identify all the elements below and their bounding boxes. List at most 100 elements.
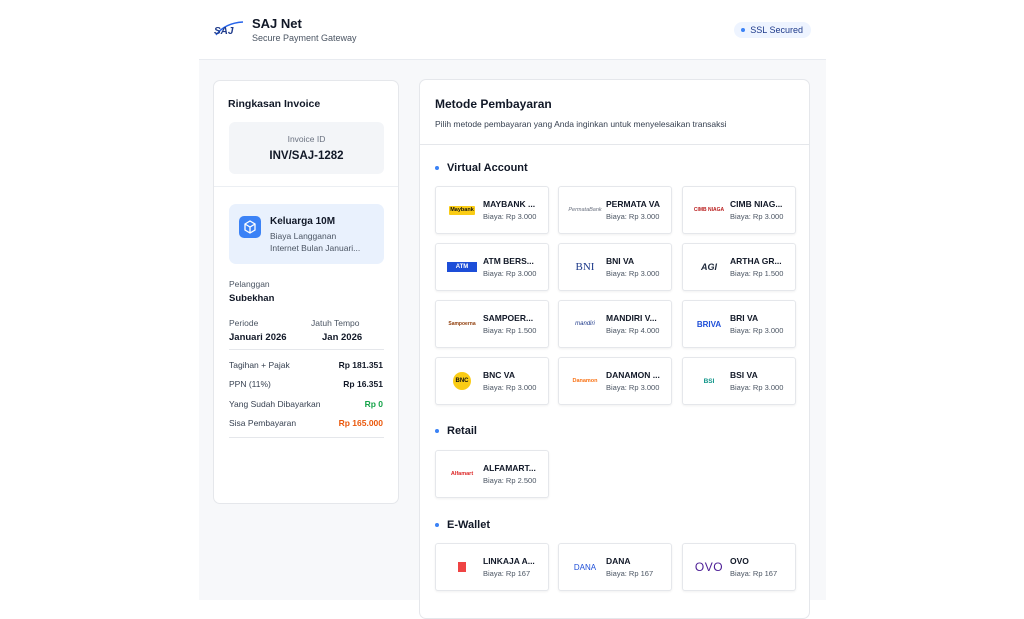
period-label: Periode (229, 318, 259, 328)
app-subtitle: Secure Payment Gateway (252, 33, 357, 43)
payment-method-bni-va[interactable]: BNI BNI VA Biaya: Rp 3.000 (558, 243, 672, 291)
payment-method-fee: Biaya: Rp 3.000 (606, 269, 660, 278)
invoice-summary-card: Ringkasan Invoice Invoice ID INV/SAJ-128… (213, 80, 399, 504)
customer-value: Subekhan (229, 293, 275, 304)
payment-method-fee: Biaya: Rp 2.500 (483, 476, 537, 485)
bank-logo-icon: BSI (703, 377, 715, 385)
payment-method-name: PERMATA VA (606, 199, 660, 209)
product-card: Keluarga 10M Biaya Langganan Internet Bu… (229, 204, 384, 264)
payment-method-artha-gr[interactable]: AGI ARTHA GR... Biaya: Rp 1.500 (682, 243, 796, 291)
payment-method-bri-va[interactable]: BRIVA BRI VA Biaya: Rp 3.000 (682, 300, 796, 348)
payment-method-fee: Biaya: Rp 3.000 (483, 212, 537, 221)
period-value: Januari 2026 (229, 332, 287, 343)
payment-method-ovo[interactable]: OVO OVO Biaya: Rp 167 (682, 543, 796, 591)
payment-method-fee: Biaya: Rp 167 (730, 569, 778, 578)
payment-method-fee: Biaya: Rp 3.000 (483, 269, 537, 278)
payment-method-dana[interactable]: DANA DANA Biaya: Rp 167 (558, 543, 672, 591)
payment-method-name: ATM BERS... (483, 256, 534, 266)
payment-method-name: SAMPOER... (483, 313, 534, 323)
section-retail: Retail (435, 425, 477, 437)
bank-logo-icon: Sampoerna (448, 321, 476, 327)
bank-logo-icon: CIMB NIAGA (693, 207, 725, 213)
payment-method-sampoer[interactable]: Sampoerna SAMPOER... Biaya: Rp 1.500 (435, 300, 549, 348)
payment-method-bnc-va[interactable]: BNC BNC VA Biaya: Rp 3.000 (435, 357, 549, 405)
bank-logo-icon: BNI (575, 261, 595, 273)
payment-method-name: MAYBANK ... (483, 199, 536, 209)
section-e-wallet: E-Wallet (435, 519, 490, 531)
payment-method-danamon[interactable]: Danamon DANAMON ... Biaya: Rp 3.000 (558, 357, 672, 405)
payment-method-fee: Biaya: Rp 3.000 (730, 383, 784, 392)
payment-method-fee: Biaya: Rp 1.500 (483, 326, 537, 335)
payment-methods-card: Metode Pembayaran Pilih metode pembayara… (419, 79, 810, 619)
payment-method-fee: Biaya: Rp 3.000 (606, 383, 660, 392)
bank-logo-icon: LinkAja (446, 558, 478, 576)
product-description-line-2: Internet Bulan Januari... (270, 243, 361, 253)
payment-methods-subtitle: Pilih metode pembayaran yang Anda ingink… (435, 119, 727, 129)
payment-method-name: ARTHA GR... (730, 256, 782, 266)
product-description-line-1: Biaya Langganan (270, 231, 337, 241)
bank-logo-icon: AGI (700, 262, 717, 272)
total-tax-label: Tagihan + Pajak (229, 360, 290, 370)
payment-method-name: BNI VA (606, 256, 635, 266)
bank-logo-icon: DANA (573, 562, 597, 572)
product-name: Keluarga 10M (270, 216, 336, 227)
bank-logo-icon: Danamon (572, 378, 598, 384)
bank-logo-icon: OVO (694, 560, 724, 574)
payment-method-permata-va[interactable]: PermataBank PERMATA VA Biaya: Rp 3.000 (558, 186, 672, 234)
payment-method-alfamart[interactable]: Alfamart ALFAMART... Biaya: Rp 2.500 (435, 450, 549, 498)
due-date-label: Jatuh Tempo (311, 318, 360, 328)
payment-methods-title: Metode Pembayaran (435, 97, 552, 111)
ppn-value: Rp 16.351 (343, 379, 383, 389)
svg-text:SAJ: SAJ (214, 26, 234, 37)
bank-logo-icon: BRIVA (696, 319, 722, 329)
divider (214, 186, 398, 187)
app-title: SAJ Net (252, 16, 302, 31)
total-tax-value: Rp 181.351 (338, 360, 383, 370)
payment-method-name: LINKAJA A... (483, 556, 535, 566)
paid-label: Yang Sudah Dibayarkan (229, 399, 321, 409)
remaining-value: Rp 165.000 (338, 418, 383, 428)
invoice-summary-title: Ringkasan Invoice (228, 98, 321, 110)
payment-method-fee: Biaya: Rp 4.000 (606, 326, 660, 335)
due-date-value: Jan 2026 (322, 332, 363, 343)
payment-method-atm-bers[interactable]: ATM ATM BERS... Biaya: Rp 3.000 (435, 243, 549, 291)
payment-method-name: BNC VA (483, 370, 515, 380)
divider (229, 349, 384, 350)
divider (420, 144, 809, 145)
bank-logo-icon: Alfamart (450, 471, 474, 477)
payment-method-name: OVO (730, 556, 749, 566)
section-virtual-account: Virtual Account (435, 162, 528, 174)
bank-logo-icon: PermataBank (568, 207, 602, 213)
customer-label: Pelanggan (229, 279, 270, 289)
payment-method-maybank[interactable]: Maybank MAYBANK ... Biaya: Rp 3.000 (435, 186, 549, 234)
remaining-label: Sisa Pembayaran (229, 418, 297, 428)
invoice-id-label: Invoice ID (287, 134, 326, 144)
payment-method-linkaja-a[interactable]: LinkAja LINKAJA A... Biaya: Rp 167 (435, 543, 549, 591)
box-icon (239, 216, 261, 238)
payment-method-cimb-niag[interactable]: CIMB NIAGA CIMB NIAG... Biaya: Rp 3.000 (682, 186, 796, 234)
divider (229, 437, 384, 438)
header: SAJ SAJ Net Secure Payment Gateway SSL S… (199, 0, 826, 60)
payment-method-mandiri-v[interactable]: mandiri MANDIRI V... Biaya: Rp 4.000 (558, 300, 672, 348)
payment-method-name: ALFAMART... (483, 463, 536, 473)
payment-method-fee: Biaya: Rp 3.000 (730, 326, 784, 335)
payment-method-fee: Biaya: Rp 1.500 (730, 269, 784, 278)
saj-logo: SAJ (214, 21, 244, 37)
invoice-id-value: INV/SAJ-1282 (269, 150, 344, 162)
payment-method-name: CIMB NIAG... (730, 199, 783, 209)
invoice-id-box: Invoice ID INV/SAJ-1282 (229, 122, 384, 174)
bank-logo-icon: BNC (446, 372, 478, 390)
ssl-badge: SSL Secured (734, 22, 811, 38)
payment-method-fee: Biaya: Rp 167 (483, 569, 531, 578)
payment-method-name: BSI VA (730, 370, 758, 380)
payment-method-name: DANA (606, 556, 631, 566)
payment-method-name: DANAMON ... (606, 370, 660, 380)
payment-method-fee: Biaya: Rp 3.000 (606, 212, 660, 221)
payment-method-name: BRI VA (730, 313, 759, 323)
bank-logo-icon: ATM (446, 258, 478, 276)
ppn-label: PPN (11%) (229, 379, 271, 389)
payment-method-bsi-va[interactable]: BSI BSI VA Biaya: Rp 3.000 (682, 357, 796, 405)
bank-logo-icon: Maybank (449, 205, 475, 215)
payment-method-name: MANDIRI V... (606, 313, 657, 323)
payment-method-fee: Biaya: Rp 167 (606, 569, 654, 578)
